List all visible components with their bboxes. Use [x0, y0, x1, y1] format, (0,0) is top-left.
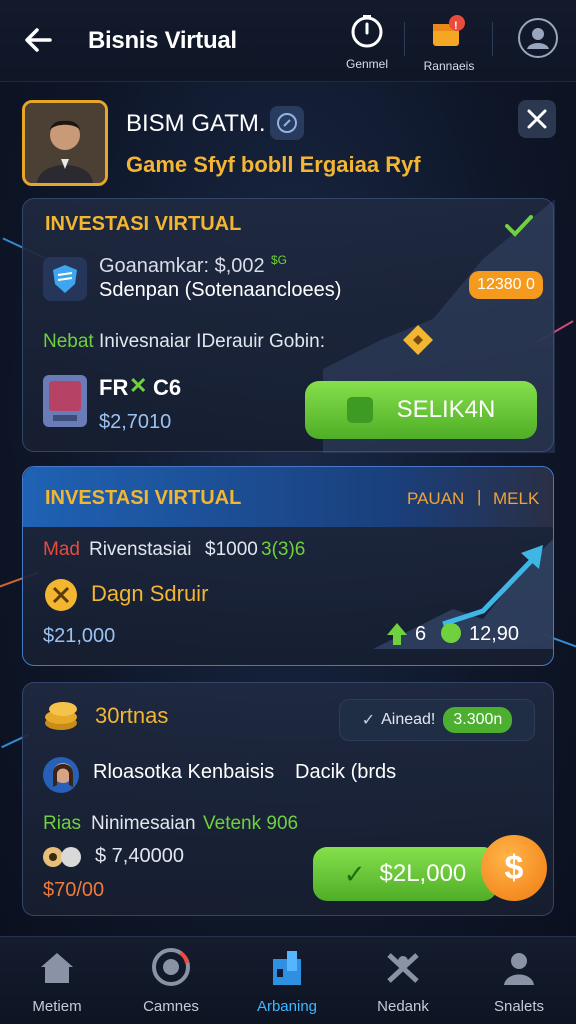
up-arrow-icon — [387, 623, 407, 645]
profile-tagline: Game Sfyf bobll Ergaiaa Ryf — [126, 152, 421, 177]
asset-label: FR — [99, 375, 129, 400]
investment-card-3: 30rtnas ✓ Ainead! 3.300n Rloasotka Kenba… — [22, 682, 554, 916]
verified-badge[interactable] — [270, 106, 304, 140]
user-icon — [504, 953, 534, 985]
investment-description: Inivesnaiar IDerauir Gobin: — [99, 331, 325, 352]
nav-item-snalets[interactable]: Snalets — [464, 947, 574, 1015]
investment-card-2: INVESTASI VIRTUAL PAUAN | MELK Mad Riven… — [22, 466, 554, 666]
shield-icon — [43, 257, 87, 301]
investment-rate: Vetenk 906 — [203, 813, 299, 834]
dollar-coin-icon[interactable]: $ — [481, 835, 547, 901]
investment-amount: $1000 — [205, 539, 258, 560]
gift-box-icon — [433, 15, 465, 46]
nav-label: Arbaning — [256, 998, 318, 1015]
investment-rate: 3(3)6 — [261, 539, 306, 560]
nav-item-camnes[interactable]: Camnes — [116, 947, 226, 1015]
status-label: Rias — [43, 813, 82, 834]
status-pill-label: Ainead! — [381, 711, 436, 728]
person-photo-icon — [43, 757, 79, 793]
asset-label-suffix: C6 — [153, 375, 182, 400]
crossed-tools-icon — [387, 953, 419, 983]
exchange-icon: ✕ — [129, 373, 148, 398]
business-name: Dagn Sdruir — [91, 581, 209, 606]
edit-icon — [346, 397, 373, 423]
nav-label: Nedank — [377, 998, 429, 1015]
checkmark-icon: ✓ — [343, 858, 366, 889]
nav-label: Metiem — [32, 998, 82, 1015]
refresh-icon — [441, 623, 461, 643]
status-label: Nebat — [43, 331, 94, 352]
investment-card-1: INVESTASI VIRTUAL Goanamkar: $,002 $G Sd… — [22, 198, 555, 453]
terminal-icon — [43, 375, 87, 427]
collect-button[interactable]: ✓ $2L,000 — [313, 847, 497, 901]
divider — [492, 22, 493, 56]
balance-label: Goanamkar: $,002 — [99, 255, 265, 277]
account-label: Sdenpan (Sotenaancloees) — [99, 279, 342, 301]
divider — [404, 22, 405, 56]
header-button-rannaeis[interactable]: ! Rannaeis — [414, 14, 484, 73]
user-icon — [527, 28, 549, 49]
home-icon — [41, 953, 73, 983]
card-title: INVESTASI VIRTUAL — [45, 213, 242, 235]
stat-count: 6 — [415, 623, 427, 645]
stat-value: 12,90 — [469, 623, 520, 645]
avatar — [22, 100, 108, 186]
profile-header: BISM GATM. Game Sfyf bobll Ergaiaa Ryf — [0, 88, 576, 198]
checkmark-icon: ✓ — [361, 712, 376, 729]
currency-tag: $G — [271, 253, 288, 267]
status-pill-value: 3.300n — [443, 707, 513, 733]
timer-icon — [351, 15, 383, 48]
status-pill[interactable]: ✓ Ainead! 3.300n — [339, 699, 535, 741]
status-label: Mad — [43, 539, 80, 560]
amount-pill[interactable]: 12380 0 — [469, 271, 543, 299]
asset-value: $2,7010 — [99, 411, 172, 433]
close-button[interactable] — [518, 100, 556, 138]
balance-value: $ 7,40000 — [95, 845, 184, 867]
coin-stack-icon — [45, 702, 77, 730]
tab-pauan[interactable]: PAUAN — [407, 489, 464, 509]
card-title: INVESTASI VIRTUAL — [45, 487, 242, 509]
notification-badge: ! — [454, 20, 458, 32]
coins-icon — [43, 847, 81, 867]
tab-melk[interactable]: MELK — [493, 489, 539, 509]
compass-icon — [277, 113, 297, 133]
nav-item-arbaning[interactable]: Arbaning — [232, 947, 342, 1015]
nav-item-metiem[interactable]: Metiem — [2, 947, 112, 1015]
app-title: Bisnis Virtual — [88, 27, 237, 54]
checkmark-icon — [505, 215, 533, 237]
user-profile-button[interactable] — [518, 18, 558, 58]
person-detail: Dacik (brds — [295, 761, 397, 783]
back-arrow-icon[interactable] — [20, 22, 56, 58]
investment-description: Rivenstasiai — [89, 539, 192, 560]
close-icon — [527, 109, 547, 129]
game-disc-icon — [152, 948, 190, 986]
investment-description: Ninimesaian — [91, 813, 196, 834]
nav-item-nedank[interactable]: Nedank — [348, 947, 458, 1015]
header-button-label: Genmel — [345, 57, 389, 71]
person-name: Rloasotka Kenbaisis — [93, 761, 275, 783]
card-title: 30rtnas — [95, 703, 169, 728]
header-button-genmel[interactable]: Genmel — [332, 14, 402, 71]
top-bar: Bisnis Virtual Genmel ! Rannaeis — [0, 0, 576, 82]
earnings-value: $70/00 — [43, 879, 105, 901]
select-button[interactable]: SELIK4N — [305, 381, 537, 439]
value-label: $21,000 — [43, 625, 116, 647]
header-button-label: Rannaeis — [423, 59, 475, 73]
profile-name: BISM GATM. — [126, 110, 266, 137]
bottom-navigation: Metiem Camnes Arbaning Nedank Snalets — [0, 936, 576, 1024]
business-building-icon — [273, 951, 301, 985]
tab-separator: | — [477, 487, 482, 506]
coin-icon — [45, 579, 77, 611]
person-photo-icon — [25, 103, 105, 183]
collect-button-label: $2L,000 — [379, 860, 467, 887]
nav-label: Camnes — [143, 998, 199, 1015]
nav-label: Snalets — [493, 998, 545, 1015]
diamond-coin-icon — [403, 325, 433, 355]
select-button-label: SELIK4N — [396, 396, 496, 423]
